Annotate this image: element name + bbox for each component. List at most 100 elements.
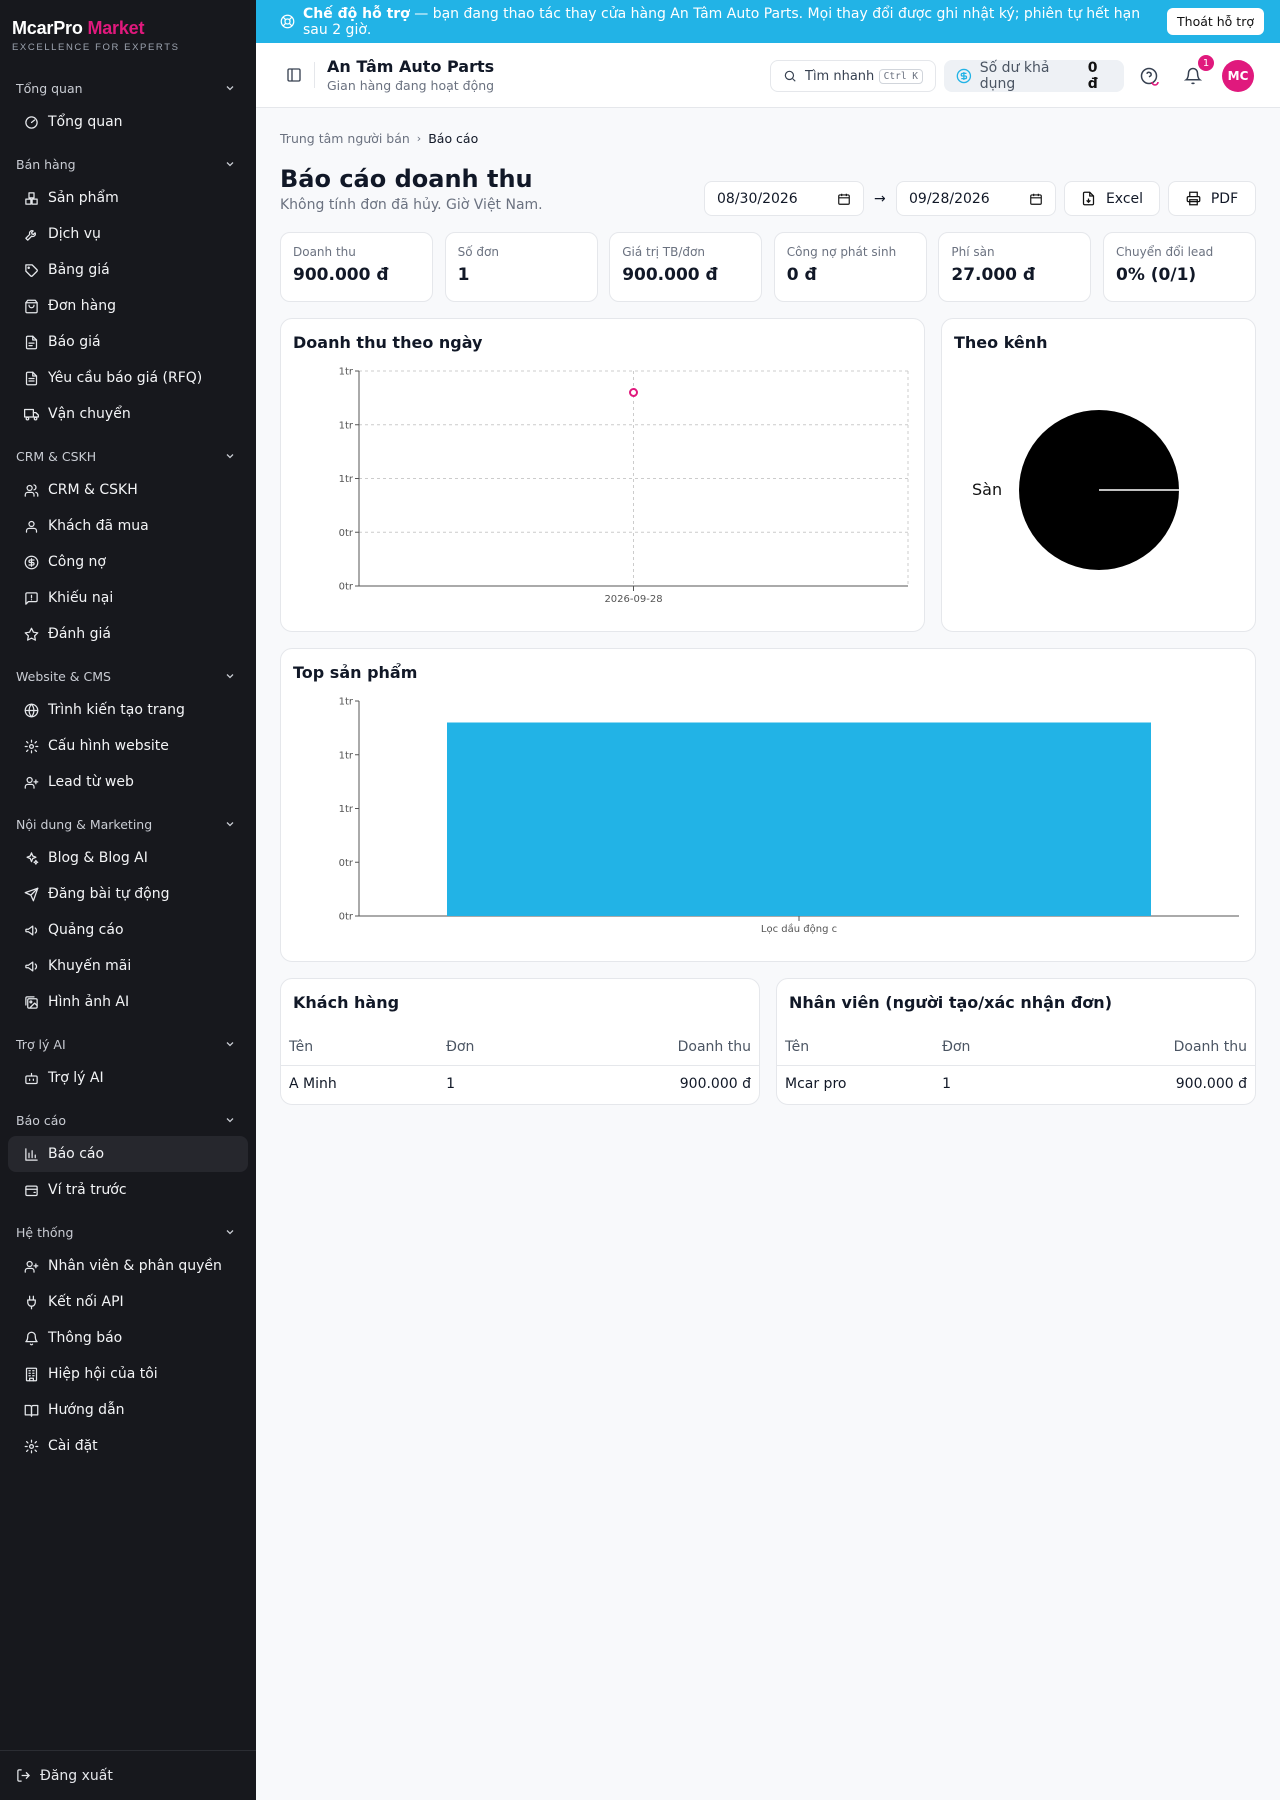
sidebar-item[interactable]: Đăng bài tự động: [8, 876, 248, 912]
sidebar-section-title: Hệ thống: [16, 1224, 74, 1240]
quick-search-button[interactable]: Tìm nhanh Ctrl K: [770, 60, 936, 92]
sidebar-item[interactable]: Nhân viên & phân quyền: [8, 1248, 248, 1284]
calendar-icon: [838, 193, 850, 205]
exit-support-button[interactable]: Thoát hỗ trợ: [1167, 8, 1264, 35]
date-range-arrow: →: [874, 191, 886, 207]
sidebar-item[interactable]: Quảng cáo: [8, 912, 248, 948]
chevron-down-icon: [226, 674, 234, 679]
star-icon: [24, 627, 39, 641]
user-icon: [25, 520, 38, 533]
top-product-bar[interactable]: [447, 722, 1151, 917]
daily-y-tick-label: 1tr: [339, 367, 354, 378]
sidebar-item-label: Khiếu nại: [48, 590, 114, 606]
top-y-tick-label: 1tr: [339, 750, 354, 761]
sidebar-item[interactable]: Báo giá: [8, 324, 248, 360]
sidebar-item[interactable]: Đánh giá: [8, 616, 248, 652]
sidebar-item[interactable]: Báo cáo: [8, 1136, 248, 1172]
channel-pie-label: Sàn: [972, 480, 1002, 499]
wallet-icon: [25, 1185, 38, 1196]
dollar-circle-icon: [24, 555, 39, 569]
sidebar-item[interactable]: Hình ảnh AI: [8, 984, 248, 1020]
sidebar-section-header[interactable]: Nội dung & Marketing: [0, 808, 256, 840]
sidebar-section-header[interactable]: Hệ thống: [0, 1216, 256, 1248]
bell-icon[interactable]: [1184, 67, 1202, 85]
sidebar-item[interactable]: CRM & CSKH: [8, 472, 248, 508]
sidebar-item[interactable]: Trình kiến tạo trang: [8, 692, 248, 728]
gear-icon: [24, 1439, 39, 1453]
sidebar-section-header[interactable]: CRM & CSKH: [0, 440, 256, 472]
sidebar-item[interactable]: Sản phẩm: [8, 180, 248, 216]
sidebar-item-label: Kết nối API: [48, 1294, 124, 1310]
sidebar-item[interactable]: Khách đã mua: [8, 508, 248, 544]
globe-icon: [24, 703, 39, 717]
sidebar-section-header[interactable]: Báo cáo: [0, 1104, 256, 1136]
sidebar-item[interactable]: Kết nối API: [8, 1284, 248, 1320]
staff-card: Nhân viên (người tạo/xác nhận đơn) Tên Đơ…: [776, 978, 1256, 1105]
daily-revenue-point[interactable]: [629, 388, 638, 397]
daily-y-tick-label: 0tr: [339, 582, 354, 593]
column-header: Đơn: [446, 1039, 475, 1055]
table-header: Tên Đơn Doanh thu: [777, 1029, 1255, 1065]
sidebar-item[interactable]: Trợ lý AI: [8, 1060, 248, 1096]
sidebar-item[interactable]: Tổng quan: [8, 104, 248, 140]
user-plus-icon: [24, 776, 39, 789]
balance-widget[interactable]: Số dư khả dụng 0 đ: [944, 60, 1124, 92]
logout-button[interactable]: Đăng xuất: [0, 1750, 256, 1800]
sidebar-item-label: Hình ảnh AI: [48, 994, 130, 1010]
sidebar-item[interactable]: Bảng giá: [8, 252, 248, 288]
sidebar-item-label: Khách đã mua: [48, 518, 149, 534]
breadcrumb-parent[interactable]: Trung tâm người bán: [280, 131, 410, 146]
gear-icon: [24, 739, 39, 753]
sidebar-item[interactable]: Dịch vụ: [8, 216, 248, 252]
sidebar-item[interactable]: Vận chuyển: [8, 396, 248, 432]
sidebar-section-header[interactable]: Tổng quan: [0, 72, 256, 104]
kpi-value: 900.000 đ: [293, 265, 389, 285]
avatar[interactable]: MC: [1222, 60, 1254, 92]
lifebuoy-icon: [280, 14, 295, 29]
store-status: Gian hàng đang hoạt động: [327, 78, 495, 93]
users-icon: [24, 483, 39, 497]
images-icon: [25, 995, 38, 1009]
sidebar-item[interactable]: Blog & Blog AI: [8, 840, 248, 876]
sidebar-item[interactable]: Yêu cầu báo giá (RFQ): [8, 360, 248, 396]
sidebar-item[interactable]: Khuyến mãi: [8, 948, 248, 984]
dollar-circle-icon: [956, 68, 972, 84]
search-shortcut: Ctrl K: [878, 68, 923, 84]
topbar: An Tâm Auto Parts Gian hàng đang hoạt độ…: [256, 43, 1280, 108]
table-row: A Minh 1 900.000 đ: [281, 1065, 759, 1101]
brand-logo[interactable]: McarPro Market EXCELLENCE FOR EXPERTS: [12, 18, 180, 53]
sidebar-toggle-icon[interactable]: [286, 67, 302, 83]
sidebar-section-header[interactable]: Website & CMS: [0, 660, 256, 692]
sidebar-item[interactable]: Hiệp hội của tôi: [8, 1356, 248, 1392]
message-alert-icon: [25, 591, 38, 605]
sidebar-item[interactable]: Đơn hàng: [8, 288, 248, 324]
overview-icon: [25, 115, 38, 129]
sidebar-section-header[interactable]: Bán hàng: [0, 148, 256, 180]
daily-revenue-chart: 0tr 0tr 1tr 1tr 1tr 2026-09-28: [339, 367, 909, 605]
sidebar-section-header[interactable]: Trợ lý AI: [0, 1028, 256, 1060]
top-y-tick-label: 0tr: [339, 912, 354, 923]
sidebar-item[interactable]: Lead từ web: [8, 764, 248, 800]
sidebar-item[interactable]: Khiếu nại: [8, 580, 248, 616]
column-header: Tên: [289, 1039, 314, 1055]
sidebar-item-label: Lead từ web: [48, 774, 134, 790]
sidebar-item[interactable]: Công nợ: [8, 544, 248, 580]
kpi-card: Chuyển đổi lead 0% (0/1): [1103, 232, 1256, 302]
date-from-input[interactable]: 08/30/2026: [704, 181, 864, 216]
notification-badge: 1: [1198, 55, 1214, 71]
sidebar-item[interactable]: Thông báo: [8, 1320, 248, 1356]
export-excel-button[interactable]: Excel: [1064, 181, 1160, 216]
sidebar-item[interactable]: Cấu hình website: [8, 728, 248, 764]
sidebar-item[interactable]: Ví trả trước: [8, 1172, 248, 1208]
chevron-down-icon: [226, 1230, 234, 1235]
export-pdf-button[interactable]: PDF: [1168, 181, 1256, 216]
sidebar-item[interactable]: Cài đặt: [8, 1428, 248, 1464]
top-y-tick-label: 0tr: [339, 858, 354, 869]
sidebar-item-label: Cấu hình website: [48, 738, 169, 754]
kpi-label: Công nợ phát sinh: [786, 245, 897, 259]
tag-icon: [25, 263, 38, 277]
truck-icon: [24, 408, 39, 420]
date-to-input[interactable]: 09/28/2026: [896, 181, 1056, 216]
sidebar-item[interactable]: Hướng dẫn: [8, 1392, 248, 1428]
sidebar-item-label: Công nợ: [48, 554, 106, 570]
